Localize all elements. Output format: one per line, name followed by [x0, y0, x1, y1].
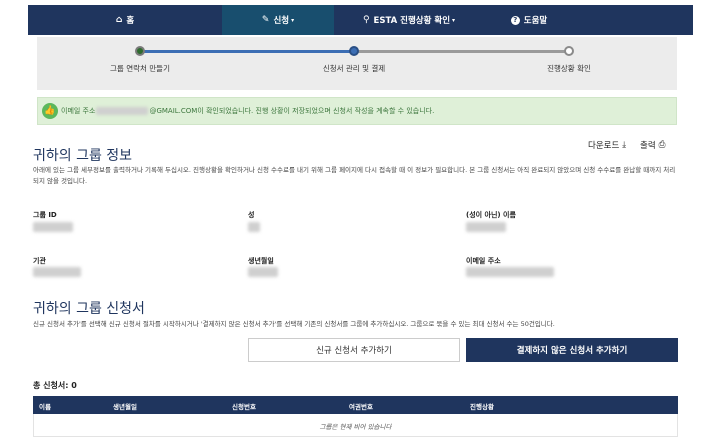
group-info-title: 귀하의 그룹 정보	[33, 148, 133, 164]
add-new-application-button[interactable]: 신규 신청서 추가하기	[248, 338, 460, 362]
nav-home[interactable]: ⌂ 홈	[28, 5, 222, 35]
email-confirmed-alert: 👍 이메일 주소 @GMAIL.COM이 확인되었습니다. 진행 상황이 저장되…	[37, 97, 677, 125]
group-info-description: 아래에 있는 그룹 세부정보를 출력하거나 기록해 두십시오. 진행상황을 확인…	[33, 166, 676, 185]
progress-step-1-dot	[135, 46, 145, 56]
thumbs-up-icon: 👍	[42, 103, 58, 119]
applications-description: 신규 신청서 추가'를 선택해 신규 신청서 절차를 시작하시거나 '결제하지 …	[33, 320, 555, 328]
field-organization-value	[33, 267, 81, 277]
progress-step-3-dot	[564, 46, 574, 56]
field-last-name-label: 성	[248, 211, 255, 219]
download-label: 다운로드	[588, 141, 620, 151]
applications-table-header: 이름 생년월일 신청번호 여권번호 진행상황	[33, 396, 678, 414]
field-birthdate-value	[248, 267, 278, 277]
nav-apply-label: 신청	[273, 16, 290, 26]
print-icon: ⎙	[658, 140, 666, 150]
field-last-name-value	[248, 222, 260, 232]
nav-esta-status-label: ESTA 진행상황 확인	[373, 16, 451, 26]
chevron-down-icon: ▾	[291, 16, 295, 24]
nav-apply[interactable]: ✎ 신청 ▾	[222, 5, 334, 35]
total-applications: 총 신청서: 0	[33, 381, 77, 390]
print-label: 출력	[640, 141, 656, 151]
progress-step-2-dot	[349, 46, 359, 56]
field-group-id-value	[33, 222, 73, 232]
column-passport-number: 여권번호	[349, 403, 373, 411]
home-icon: ⌂	[115, 15, 123, 25]
print-link[interactable]: 출력 ⎙	[640, 139, 665, 151]
progress-track-pending	[354, 50, 569, 53]
search-icon: ⚲	[362, 15, 370, 25]
column-application-number: 신청번호	[232, 403, 256, 411]
column-birthdate: 생년월일	[113, 403, 137, 411]
progress-track-done	[140, 50, 354, 53]
empty-table-message: 그룹은 현재 비어 있습니다	[33, 414, 678, 437]
column-name: 이름	[39, 403, 51, 411]
field-birthdate-label: 생년월일	[248, 257, 274, 265]
redacted-email	[96, 107, 149, 115]
field-email-value	[466, 267, 554, 277]
column-status: 진행상황	[470, 403, 494, 411]
add-unpaid-application-button[interactable]: 결제하지 않은 신청서 추가하기	[466, 338, 678, 362]
field-email-label: 이메일 주소	[466, 257, 501, 265]
field-first-name-label: (성이 아닌) 이름	[466, 211, 516, 219]
field-first-name-value	[466, 222, 506, 232]
question-circle-icon: ?	[510, 15, 520, 25]
alert-prefix: 이메일 주소	[61, 107, 96, 115]
download-link[interactable]: 다운로드 ⤓	[588, 139, 626, 151]
applications-title: 귀하의 그룹 신청서	[33, 301, 145, 317]
field-organization-label: 기관	[33, 257, 46, 265]
nav-home-label: 홈	[126, 16, 135, 26]
top-navigation: ⌂ 홈 ✎ 신청 ▾ ⚲ ESTA 진행상황 확인 ▾ ? 도움말	[0, 0, 713, 35]
nav-bar: ⌂ 홈 ✎ 신청 ▾ ⚲ ESTA 진행상황 확인 ▾ ? 도움말	[28, 5, 693, 35]
alert-suffix: @GMAIL.COM이 확인되었습니다. 진행 상황이 저장되었으며 신청서 작…	[149, 107, 435, 115]
progress-step-3-label: 진행상황 확인	[547, 64, 591, 73]
download-icon: ⤓	[622, 140, 627, 150]
progress-step-1-label: 그룹 연락처 만들기	[110, 64, 170, 73]
chevron-down-icon: ▾	[452, 16, 456, 24]
progress-tracker: 그룹 연락처 만들기 신청서 관리 및 결제 진행상황 확인	[37, 37, 677, 90]
nav-help[interactable]: ? 도움말	[484, 5, 574, 35]
pencil-icon: ✎	[261, 15, 270, 25]
field-group-id-label: 그룹 ID	[33, 211, 57, 219]
nav-help-label: 도움말	[523, 16, 548, 26]
progress-step-2-label: 신청서 관리 및 결제	[322, 64, 386, 73]
nav-esta-status[interactable]: ⚲ ESTA 진행상황 확인 ▾	[334, 5, 484, 35]
